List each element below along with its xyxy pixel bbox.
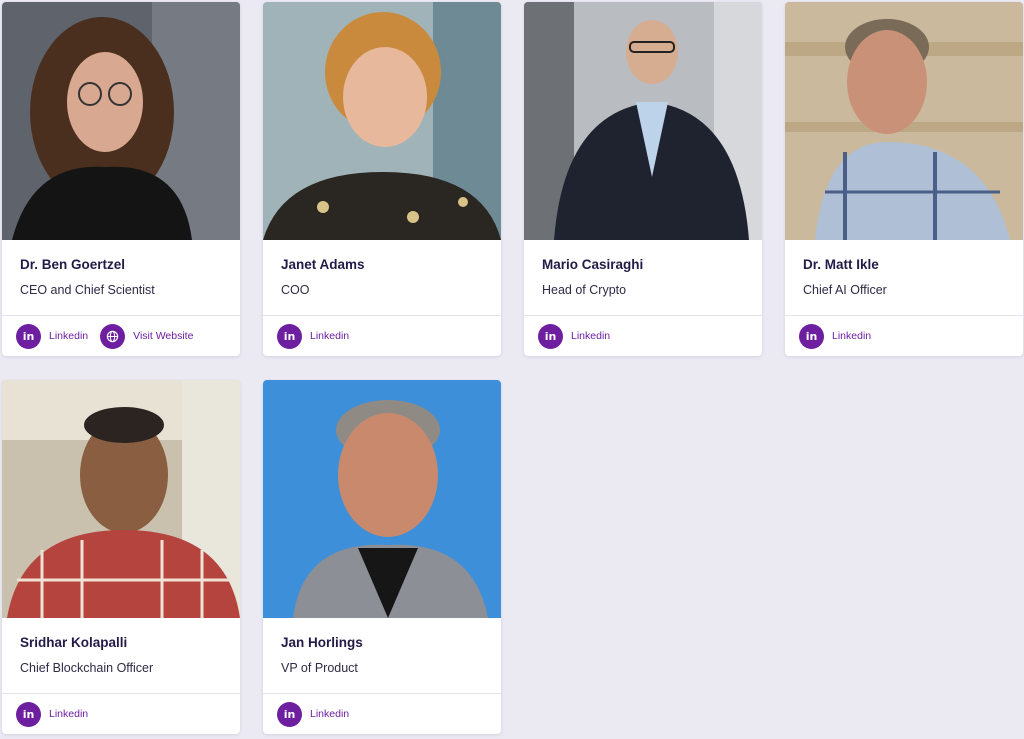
linkedin-icon: in xyxy=(16,701,41,727)
member-role: CEO and Chief Scientist xyxy=(20,283,155,297)
link-label: Visit Website xyxy=(133,330,194,342)
team-card: Janet Adams COO in Linkedin xyxy=(263,2,501,356)
team-card: Jan Horlings VP of Product in Linkedin xyxy=(263,380,501,734)
profile-photo xyxy=(2,380,240,618)
team-card: Dr. Matt Ikle Chief AI Officer in Linked… xyxy=(785,2,1023,356)
social-links: in Linkedin xyxy=(2,693,240,734)
profile-photo xyxy=(263,380,501,618)
member-name: Jan Horlings xyxy=(281,635,363,650)
member-role: COO xyxy=(281,283,310,297)
link-label: Linkedin xyxy=(49,708,89,720)
globe-icon xyxy=(100,323,126,349)
member-name: Sridhar Kolapalli xyxy=(20,635,128,650)
social-links: in Linkedin Visit Website xyxy=(2,315,240,356)
member-name: Janet Adams xyxy=(281,257,365,272)
profile-photo xyxy=(263,2,501,240)
member-name: Mario Casiraghi xyxy=(542,257,644,272)
team-card: Mario Casiraghi Head of Crypto in Linked… xyxy=(524,2,762,356)
linkedin-icon: in xyxy=(538,323,563,349)
link-label: Linkedin xyxy=(310,708,350,720)
linkedin-link[interactable]: in Linkedin xyxy=(16,323,89,349)
team-card: Dr. Ben Goertzel CEO and Chief Scientist… xyxy=(2,2,240,356)
linkedin-link[interactable]: in Linkedin xyxy=(16,701,89,727)
website-link[interactable]: Visit Website xyxy=(100,323,194,349)
link-label: Linkedin xyxy=(832,330,872,342)
linkedin-link[interactable]: in Linkedin xyxy=(799,323,872,349)
linkedin-icon: in xyxy=(277,323,302,349)
profile-photo xyxy=(785,2,1023,240)
member-name: Dr. Matt Ikle xyxy=(803,257,879,272)
link-label: Linkedin xyxy=(49,330,89,342)
social-links: in Linkedin xyxy=(785,315,1023,356)
linkedin-link[interactable]: in Linkedin xyxy=(277,701,350,727)
member-role: VP of Product xyxy=(281,661,358,675)
link-label: Linkedin xyxy=(571,330,611,342)
linkedin-icon: in xyxy=(799,323,824,349)
linkedin-icon: in xyxy=(16,323,41,349)
team-grid: Dr. Ben Goertzel CEO and Chief Scientist… xyxy=(0,0,1024,739)
social-links: in Linkedin xyxy=(524,315,762,356)
member-role: Chief Blockchain Officer xyxy=(20,661,154,675)
member-name: Dr. Ben Goertzel xyxy=(20,257,126,272)
member-role: Head of Crypto xyxy=(542,283,627,297)
social-links: in Linkedin xyxy=(263,315,501,356)
profile-photo xyxy=(524,2,762,240)
linkedin-link[interactable]: in Linkedin xyxy=(277,323,350,349)
link-label: Linkedin xyxy=(310,330,350,342)
social-links: in Linkedin xyxy=(263,693,501,734)
linkedin-icon: in xyxy=(277,701,302,727)
linkedin-link[interactable]: in Linkedin xyxy=(538,323,611,349)
profile-photo xyxy=(2,2,240,240)
team-card: Sridhar Kolapalli Chief Blockchain Offic… xyxy=(2,380,240,734)
member-role: Chief AI Officer xyxy=(803,283,887,297)
